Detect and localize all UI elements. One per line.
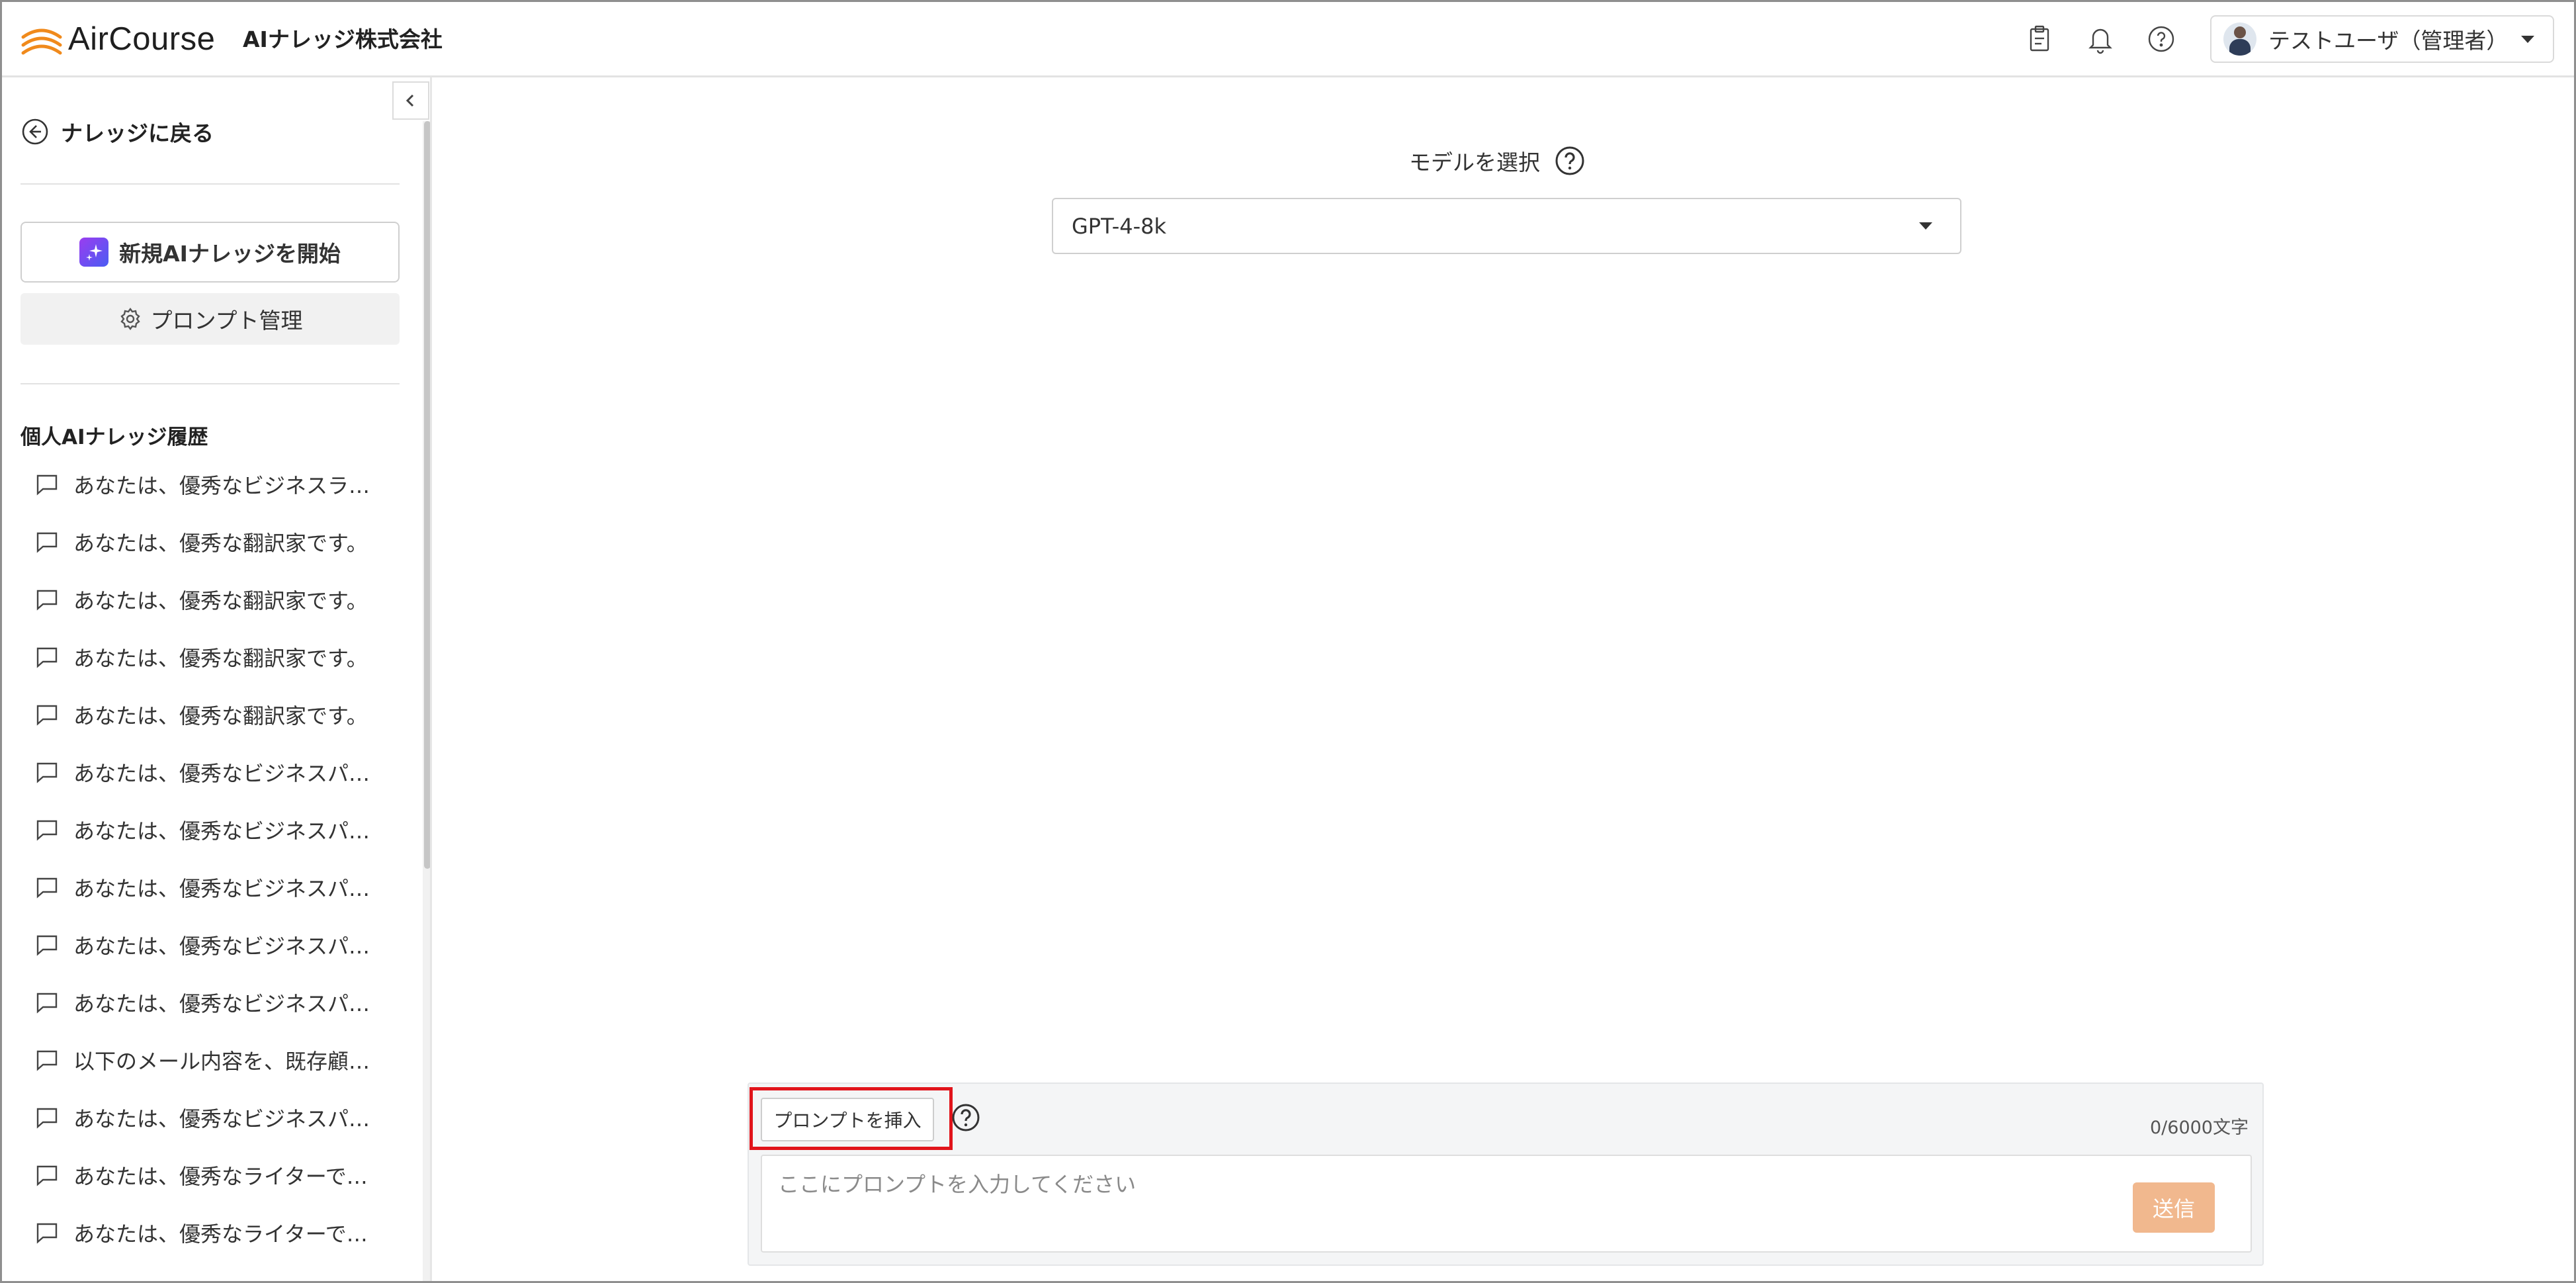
send-label: 送信 [2152,1196,2195,1221]
history-item[interactable]: あなたは、優秀な翻訳家です。 [34,699,404,757]
history-item-label: あなたは、優秀な翻訳家です。 [73,588,368,613]
history-item[interactable]: あなたは、優秀なビジネスパ… [34,872,404,930]
character-counter: 0/6000文字 [2150,1118,2249,1138]
history-item-label: あなたは、優秀なライターで… [73,1221,368,1247]
model-select-label-group: モデルを選択 [1409,144,1586,177]
model-help-icon[interactable] [1553,144,1586,177]
history-section-title: 個人AIナレッジ履歴 [21,425,208,449]
history-item[interactable]: あなたは、優秀なビジネスパ… [34,1102,404,1160]
help-icon[interactable] [2143,21,2180,58]
sidebar: ナレッジに戻る 新規AIナレッジを開始 プロンプト管理 個人AIナレッジ履歴 あ… [2,77,432,1281]
history-item-label: あなたは、優秀なビジネスパ… [73,1106,370,1131]
chat-bubble-icon [36,762,58,783]
history-item[interactable]: あなたは、優秀なビジネスパ… [34,815,404,872]
chat-bubble-icon [36,1223,58,1244]
chat-bubble-icon [36,935,58,956]
chat-bubble-icon [36,1050,58,1071]
app-name: AirCourse [68,21,216,57]
insert-prompt-help-icon[interactable] [950,1102,982,1133]
new-ai-knowledge-label: 新規AIナレッジを開始 [119,241,341,267]
back-label: ナレッジに戻る [61,120,214,146]
aircourse-logo-icon [21,28,62,55]
history-item-label: あなたは、優秀なビジネスパ… [73,934,370,959]
clipboard-icon[interactable] [2021,21,2058,58]
history-item[interactable]: あなたは、優秀なビジネスパ… [34,930,404,987]
arrow-left-circle-icon [22,118,48,145]
history-item-label: あなたは、優秀なビジネスパ… [73,876,370,901]
prompt-input[interactable]: ここにプロンプトを入力してください [761,1155,2252,1253]
history-item-label: あなたは、優秀なビジネスラ… [73,473,370,498]
user-name: テストユーザ（管理者） [2268,28,2509,54]
avatar [2223,22,2256,56]
insert-prompt-button[interactable]: プロンプトを挿入 [761,1098,934,1141]
history-item-label: あなたは、優秀な翻訳家です。 [73,703,368,729]
bell-icon[interactable] [2082,21,2119,58]
sparkle-icon [79,238,109,267]
company-name: AIナレッジ株式会社 [243,26,443,52]
history-item[interactable]: あなたは、優秀な翻訳家です。 [34,584,404,642]
chevron-down-icon [1919,222,1932,230]
history-item-label: あなたは、優秀なビジネスパ… [73,761,370,786]
history-item-label: あなたは、優秀な翻訳家です。 [73,531,368,556]
history-item[interactable]: あなたは、優秀なビジネスパ… [34,987,404,1045]
insert-prompt-label: プロンプトを挿入 [773,1110,922,1131]
sidebar-scrollbar-thumb[interactable] [424,121,430,869]
back-to-knowledge-link[interactable]: ナレッジに戻る [20,113,214,150]
chat-bubble-icon [36,474,58,496]
chat-bubble-icon [36,1165,58,1186]
history-item-label: 以下のメール内容を、既存顧… [73,1049,370,1074]
chat-bubble-icon [36,820,58,841]
history-item[interactable]: あなたは、優秀な翻訳家です。 [34,642,404,699]
history-item[interactable]: あなたは、優秀なライターで… [34,1160,404,1217]
history-item-label: あなたは、優秀なビジネスパ… [73,818,370,844]
model-select-label: モデルを選択 [1409,150,1540,175]
model-select-value: GPT-4-8k [1072,213,1167,239]
chevron-down-icon [2521,35,2534,43]
collapse-sidebar-button[interactable] [392,81,429,120]
top-header: AirCourse AIナレッジ株式会社 テストユーザ（管理者） [2,2,2574,77]
prompt-management-button[interactable]: プロンプト管理 [21,293,400,345]
chat-bubble-icon [36,705,58,726]
chevron-left-icon [406,94,414,107]
history-item[interactable]: あなたは、優秀なビジネスラ… [34,469,404,527]
divider [21,383,400,384]
gear-icon [120,308,141,330]
history-item[interactable]: あなたは、優秀なライターで… [34,1217,404,1275]
history-item-label: あなたは、優秀な翻訳家です。 [73,646,368,671]
chat-bubble-icon [36,532,58,553]
chat-bubble-icon [36,993,58,1014]
divider [21,183,400,185]
history-item[interactable]: あなたは、優秀なビジネスパ… [34,757,404,815]
prompt-management-label: プロンプト管理 [150,308,303,333]
chat-bubble-icon [36,590,58,611]
history-item-label: あなたは、優秀なビジネスパ… [73,991,370,1016]
prompt-input-placeholder: ここにプロンプトを入力してください [778,1172,1137,1197]
chat-bubble-icon [36,647,58,668]
history-list: あなたは、優秀なビジネスラ… あなたは、優秀な翻訳家です。 あなたは、優秀な翻訳家で… [34,469,404,1275]
history-item[interactable]: あなたは、優秀な翻訳家です。 [34,527,404,584]
app-logo[interactable]: AirCourse [21,19,215,59]
send-button[interactable]: 送信 [2133,1182,2215,1233]
model-select-dropdown[interactable]: GPT-4-8k [1052,198,1961,254]
chat-bubble-icon [36,1108,58,1129]
new-ai-knowledge-button[interactable]: 新規AIナレッジを開始 [21,222,400,283]
user-menu[interactable]: テストユーザ（管理者） [2210,15,2554,63]
chat-bubble-icon [36,877,58,899]
history-item[interactable]: 以下のメール内容を、既存顧… [34,1045,404,1102]
history-item-label: あなたは、優秀なライターで… [73,1164,368,1189]
